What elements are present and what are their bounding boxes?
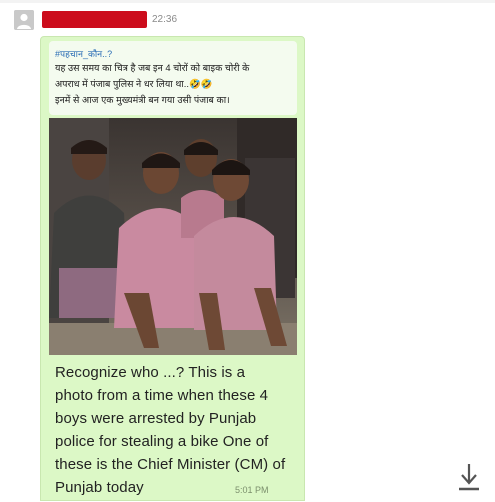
forwarded-text-card: #पहचान_कौन..? यह उस समय का चित्र है जब इ… [49,41,297,115]
caption-line: Punjab today [55,479,144,496]
message-timestamp: 22:36 [152,14,178,25]
caption-line: police for stealing a bike One of [55,433,269,450]
hindi-text-line: यह उस समय का चित्र है जब इन 4 चोरों को ब… [55,62,250,73]
avatar-placeholder-icon[interactable] [14,10,34,30]
hashtag-link[interactable]: #पहचान_कौन..? [55,47,112,60]
hindi-text-line: इनमें से आज एक मुख्यमंत्री बन गया उसी पं… [55,94,230,105]
hindi-text-line: अपराध में पंजाब पुलिस ने धर लिया था..🤣🤣 [55,78,213,89]
caption-line: boys were arrested by Punjab [55,410,257,427]
photo-illustration [49,118,297,355]
caption-line: these is the Chief Minister (CM) of [55,456,286,473]
group-photo[interactable] [49,118,297,355]
caption-line: photo from a time when these 4 [55,387,269,404]
message-bubble[interactable]: #पहचान_कौन..? यह उस समय का चित्र है जब इ… [40,36,305,501]
bubble-timestamp: 5:01 PM [235,485,269,495]
top-divider [0,0,495,3]
redacted-sender-name [42,11,147,28]
caption-line: Recognize who ...? This is a [55,364,246,381]
download-icon[interactable] [457,462,481,492]
